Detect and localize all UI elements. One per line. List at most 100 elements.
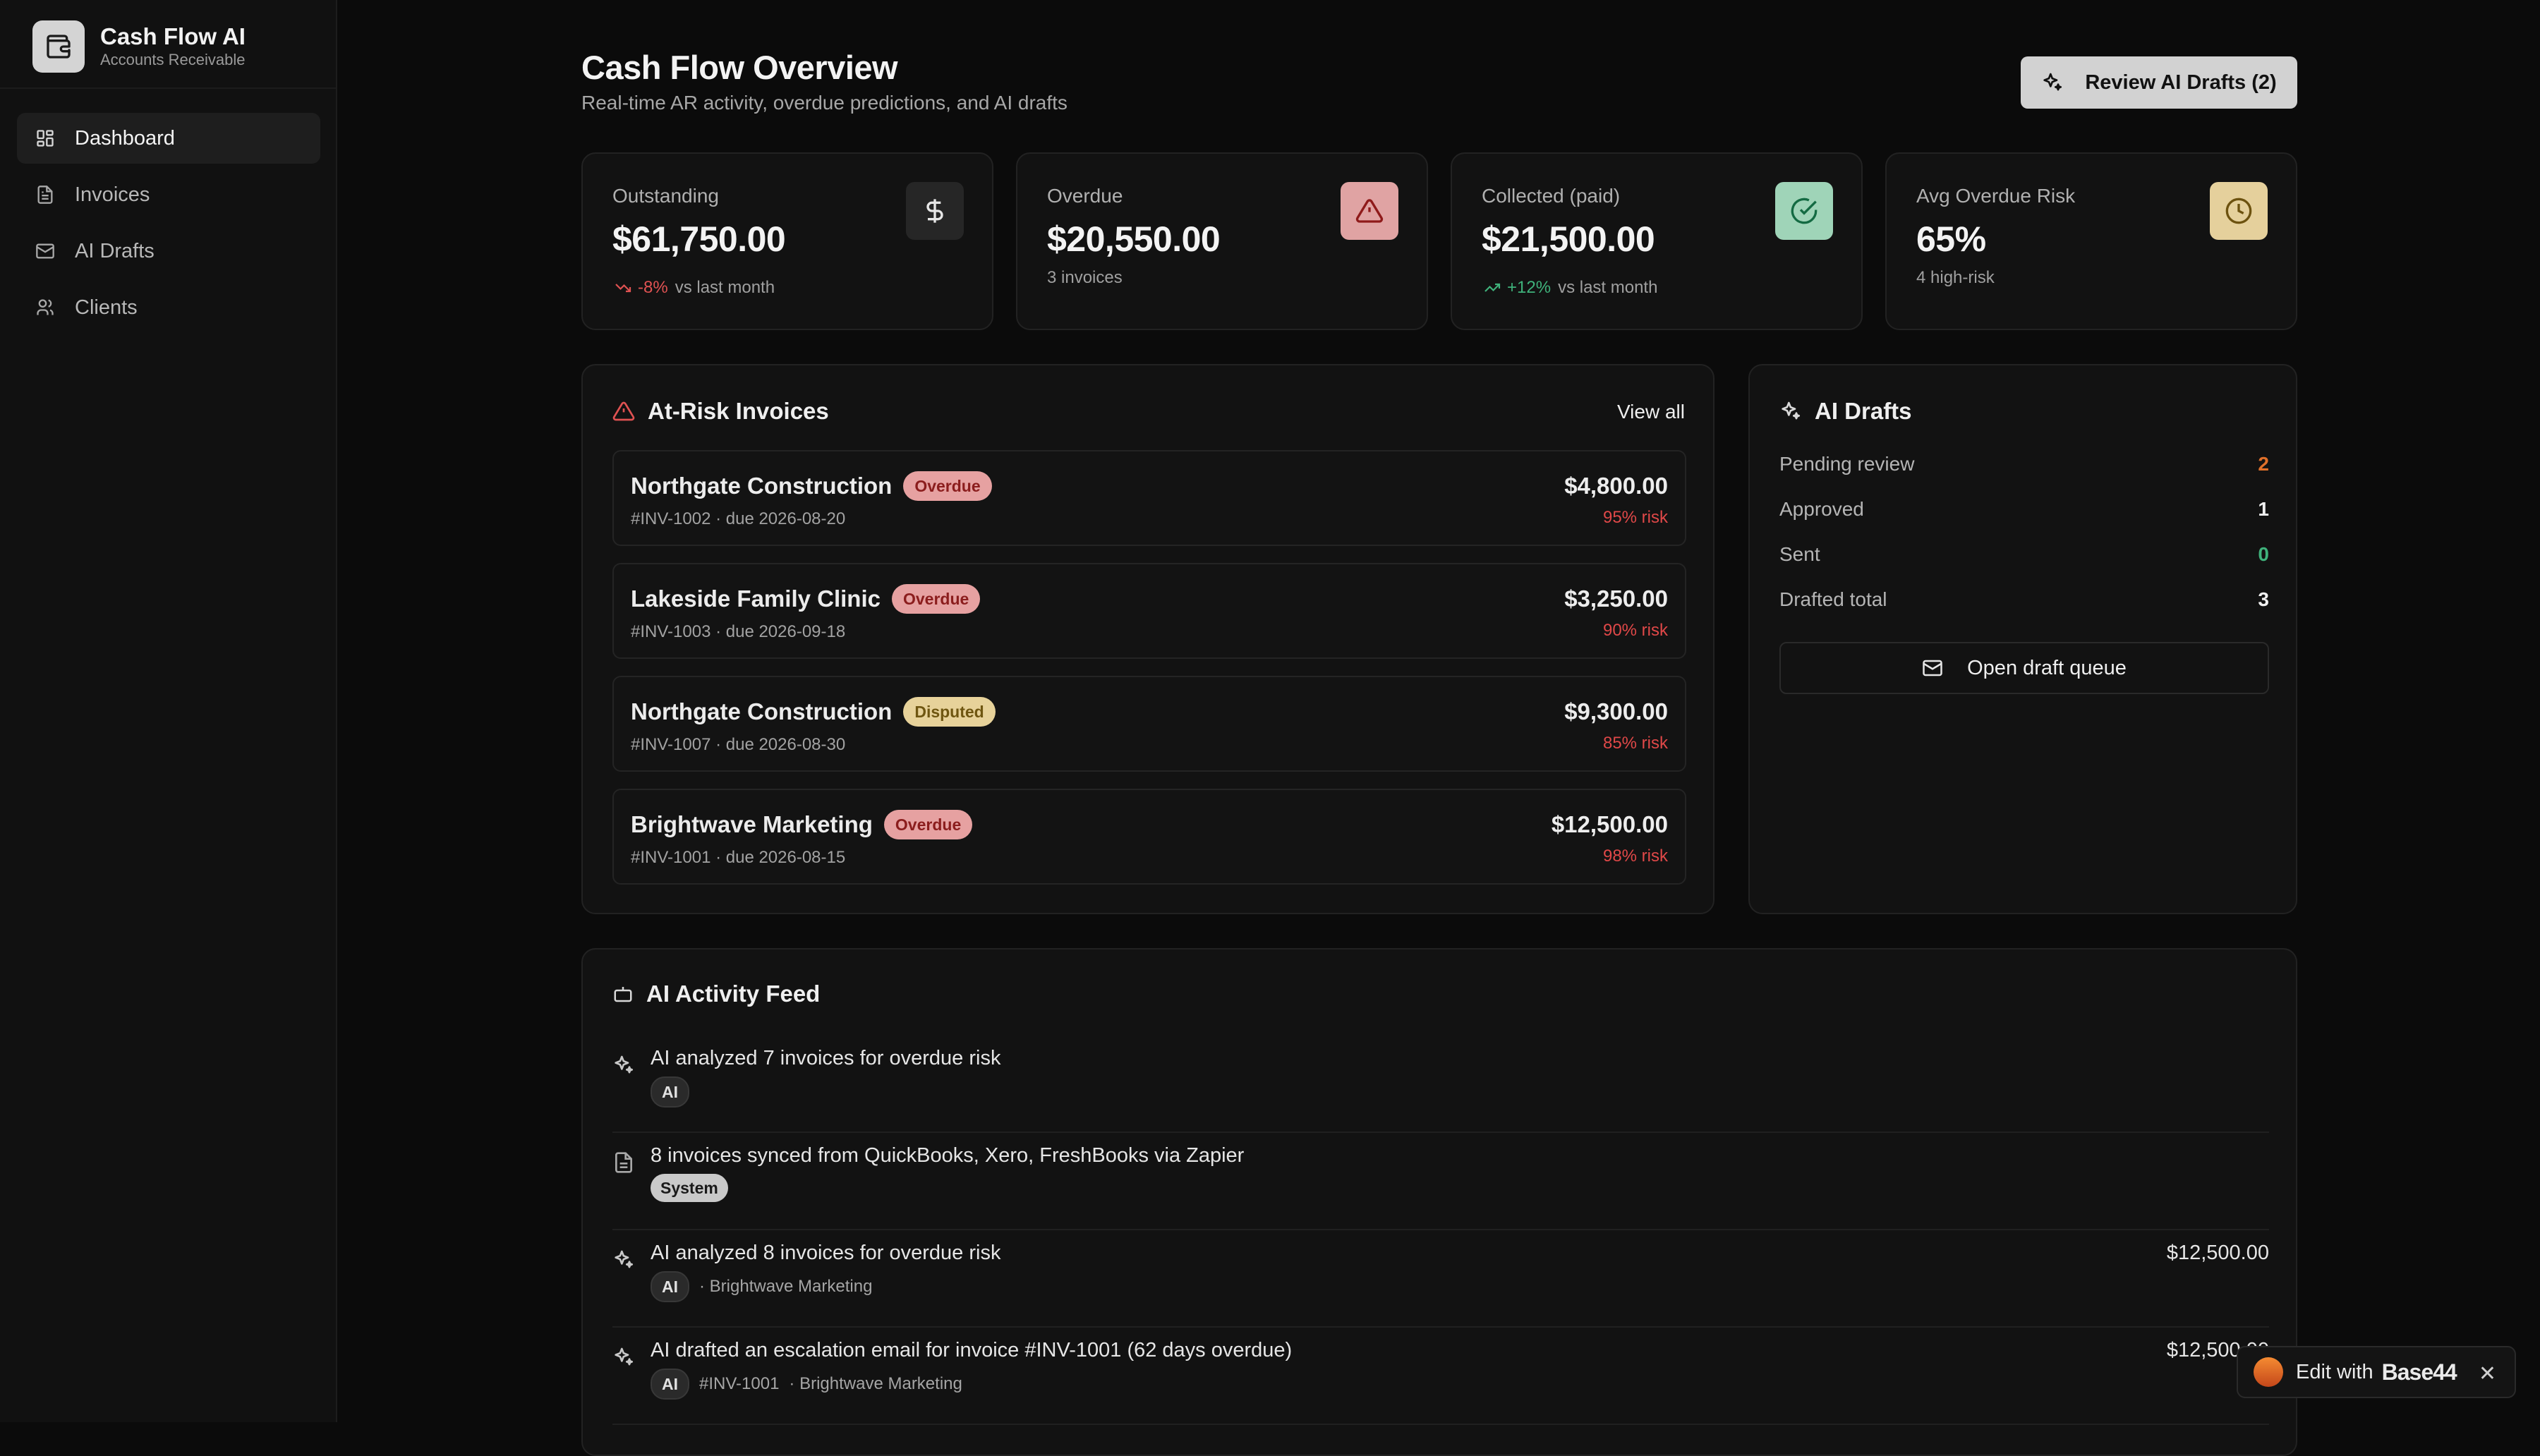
stat-label: Overdue [1047,185,1123,207]
status-badge: Overdue [883,810,973,839]
stat-change: +12% vs last month [1482,278,1657,298]
feed-meta: AI · Brightwave Marketing [651,1271,872,1302]
stats-row: Outstanding $61,750.00 -8% vs last month… [581,152,2297,330]
invoice-amount: $12,500.00 [1551,811,1668,837]
page-title: Cash Flow Overview [581,49,898,86]
panel-title: AI Drafts [1779,398,1912,425]
feed-tag: AI [651,1271,689,1302]
invoice-client: Brightwave Marketing Overdue [631,810,973,839]
feed-meta: AI #INV-1001 · Brightwave Marketing [651,1369,962,1400]
stat-change: -8% vs last month [612,278,775,298]
ai-drafts-panel: AI Drafts Pending review 2 Approved 1 Se… [1748,364,2297,914]
edit-with-base44-chip[interactable]: Edit with Base44 ✕ [2237,1346,2516,1398]
bot-icon [612,983,634,1005]
feed-invoice: #INV-1001 [699,1374,780,1393]
alert-triangle-icon [612,400,635,423]
mail-icon [34,240,56,262]
base44-logo-icon [2254,1357,2283,1387]
draft-stat-value: 2 [2258,453,2269,475]
feed-client: · Brightwave Marketing [699,1277,873,1296]
feed-text: AI drafted an escalation email for invoi… [651,1339,1293,1361]
invoice-row[interactable]: Northgate Construction Overdue #INV-1002… [612,450,1686,546]
at-risk-invoices-panel: At-Risk Invoices View all Northgate Cons… [581,364,1715,914]
invoice-meta: #INV-1002 · due 2026-08-20 [631,509,846,528]
invoice-client-name: Northgate Construction [631,698,893,724]
draft-stat-label: Pending review [1779,453,1915,475]
draft-stat-approved: Approved 1 [1779,498,2269,521]
sidebar-divider [0,87,336,89]
feed-item: AI drafted an escalation email for invoi… [612,1329,2269,1425]
invoice-row[interactable]: Brightwave Marketing Overdue #INV-1001 ·… [612,789,1686,885]
clock-icon [2210,182,2268,240]
brand[interactable]: Cash Flow AI Accounts Receivable [32,18,246,75]
feed-text: AI analyzed 8 invoices for overdue risk [651,1242,1001,1264]
feed-text: 8 invoices synced from QuickBooks, Xero,… [651,1144,1245,1167]
sparkles-icon [612,1054,635,1076]
sidebar-item-label: AI Drafts [75,239,155,262]
open-draft-queue-button[interactable]: Open draft queue [1779,642,2269,694]
panel-title-text: At-Risk Invoices [648,398,829,424]
stat-note: 4 high-risk [1916,268,1995,287]
sidebar-item-invoices[interactable]: Invoices [17,169,320,220]
trending-down-icon [615,284,631,293]
sidebar-item-ai-drafts[interactable]: AI Drafts [17,226,320,277]
invoice-amount: $9,300.00 [1564,698,1668,724]
page-subtitle: Real-time AR activity, overdue predictio… [581,92,1068,114]
invoice-risk: 98% risk [1602,847,1668,866]
panel-title-text: AI Activity Feed [646,981,821,1007]
close-icon[interactable]: ✕ [2479,1361,2496,1386]
draft-stat-pending: Pending review 2 [1779,453,2269,475]
sidebar-item-dashboard[interactable]: Dashboard [17,113,320,164]
stat-card-outstanding: Outstanding $61,750.00 -8% vs last month [581,152,993,330]
app-title: Cash Flow AI [100,23,246,49]
invoice-risk: 85% risk [1602,734,1668,753]
review-ai-drafts-label: Review AI Drafts (2) [2085,71,2277,94]
status-badge: Overdue [891,584,981,614]
review-ai-drafts-button[interactable]: Review AI Drafts (2) [2021,56,2297,109]
stat-value: $21,500.00 [1482,219,1655,259]
invoice-client-name: Northgate Construction [631,473,893,499]
stat-change-suffix: vs last month [675,278,775,297]
invoice-row[interactable]: Lakeside Family Clinic Overdue #INV-1003… [612,563,1686,659]
draft-stat-value: 3 [2258,588,2269,610]
draft-stat-value: 1 [2258,498,2269,520]
feed-item: 8 invoices synced from QuickBooks, Xero,… [612,1134,2269,1230]
feed-tag: AI [651,1076,689,1108]
stat-change-suffix: vs last month [1558,278,1658,297]
stat-label: Collected (paid) [1482,185,1621,207]
stat-label: Avg Overdue Risk [1916,185,2076,207]
feed-meta: System [651,1174,738,1202]
feed-amount: $12,500.00 [2166,1242,2269,1264]
sidebar-item-label: Dashboard [75,126,175,150]
sidebar-item-clients[interactable]: Clients [17,282,320,333]
stat-value: $20,550.00 [1047,219,1221,259]
stat-value: $61,750.00 [612,219,786,259]
sidebar: Cash Flow AI Accounts Receivable Dashboa… [0,0,337,1422]
invoice-amount: $4,800.00 [1564,473,1668,499]
feed-tag: AI [651,1369,689,1400]
stat-change-value: +12% [1507,278,1552,297]
panel-title-text: AI Drafts [1815,398,1912,424]
sidebar-nav: Dashboard Invoices AI Drafts Clients [17,113,320,339]
invoice-client-name: Lakeside Family Clinic [631,586,881,612]
sparkles-icon [612,1346,635,1369]
invoice-client: Lakeside Family Clinic Overdue [631,584,981,614]
feed-meta: AI [651,1076,699,1108]
stat-change-value: -8% [638,278,668,297]
invoice-meta: #INV-1001 · due 2026-08-15 [631,848,846,867]
invoice-row[interactable]: Northgate Construction Disputed #INV-100… [612,676,1686,772]
sparkles-icon [612,1249,635,1271]
file-icon [612,1151,635,1174]
invoice-risk: 95% risk [1602,508,1668,527]
panel-title: At-Risk Invoices [612,398,829,425]
feed-tag: System [651,1174,728,1202]
view-all-link[interactable]: View all [1617,401,1685,423]
trending-up-icon [1484,283,1501,292]
users-icon [34,296,56,319]
invoice-client: Northgate Construction Disputed [631,697,996,727]
draft-stat-total: Drafted total 3 [1779,588,2269,611]
draft-stat-label: Sent [1779,543,1820,565]
feed-item: AI analyzed 7 invoices for overdue risk … [612,1037,2269,1133]
invoice-risk: 90% risk [1602,621,1668,640]
status-badge: Overdue [903,471,992,501]
